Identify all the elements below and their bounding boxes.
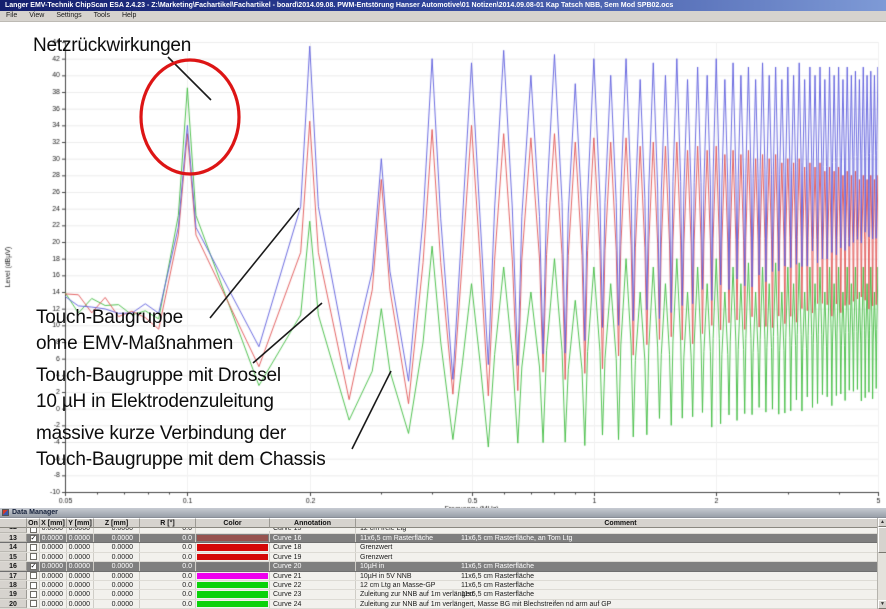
scroll-down-icon[interactable]: ▼: [878, 600, 886, 609]
curve-visible-checkbox[interactable]: [30, 528, 37, 533]
column-header[interactable]: Comment: [356, 518, 886, 528]
table-row[interactable]: 180.00000.00000.00000.0Curve 2212 cm Ltg…: [0, 581, 877, 590]
scroll-thumb[interactable]: [878, 527, 886, 553]
column-header[interactable]: Color: [196, 518, 270, 528]
menu-item-settings[interactable]: Settings: [50, 11, 87, 21]
column-header[interactable]: X [mm]: [40, 518, 67, 528]
curve-color-swatch[interactable]: [197, 563, 268, 569]
row-number: 18: [0, 581, 27, 589]
curve-annotation: Curve 19: [270, 553, 356, 561]
table-row[interactable]: 140.00000.00000.00000.0Curve 18Grenzwert: [0, 543, 877, 552]
curve-annotation: Curve 16: [270, 534, 356, 542]
table-row[interactable]: 170.00000.00000.00000.0Curve 2110µH in 5…: [0, 572, 877, 581]
chart-area: Netzrückwirkungen Touch-Baugruppe ohne E…: [0, 22, 886, 508]
curve-color-swatch[interactable]: [197, 601, 268, 607]
data-manager-titlebar[interactable]: Data Manager: [0, 508, 886, 518]
curve-color-swatch[interactable]: [197, 544, 268, 550]
curve-annotation: Curve 20: [270, 562, 356, 570]
table-row[interactable]: 150.00000.00000.00000.0Curve 19Grenzwert: [0, 553, 877, 562]
curve-visible-checkbox[interactable]: [30, 582, 37, 589]
table-scrollbar[interactable]: ▲ ▼: [877, 518, 886, 609]
row-number: 12: [0, 528, 27, 533]
row-number: 20: [0, 600, 27, 608]
row-number: 14: [0, 543, 27, 551]
header-rownum: [0, 518, 27, 528]
data-manager-table: OnX [mm]Y [mm]Z [mm]R [°]ColorAnnotation…: [0, 518, 886, 609]
dm-rows: 120.00000.00000.00000.0Curve 1512 cm fre…: [0, 528, 877, 609]
curve-color-swatch[interactable]: [197, 554, 268, 560]
data-manager-title: Data Manager: [12, 509, 58, 516]
curve-comment: 10µH in11x6,5 cm Rasterfläche: [356, 562, 877, 570]
scroll-up-icon[interactable]: ▲: [878, 518, 886, 527]
data-manager-icon: [2, 509, 9, 516]
curve-annotation: Curve 21: [270, 572, 356, 580]
table-row[interactable]: 16✓0.00000.00000.00000.0Curve 2010µH in1…: [0, 562, 877, 571]
window-titlebar[interactable]: Langer EMV-Technik ChipScan ESA 2.4.23 -…: [0, 0, 886, 11]
menu-item-file[interactable]: File: [0, 11, 23, 21]
curve-comment: Grenzwert: [356, 553, 877, 561]
menubar: FileViewSettingsToolsHelp: [0, 11, 886, 22]
menu-item-tools[interactable]: Tools: [88, 11, 116, 21]
curve-visible-checkbox[interactable]: [30, 572, 37, 579]
row-number: 17: [0, 572, 27, 580]
curve-visible-checkbox[interactable]: ✓: [30, 535, 37, 542]
curve-comment: 11x6,5 cm Rasterfläche11x6,5 cm Rasterfl…: [356, 534, 877, 542]
curve-visible-checkbox[interactable]: ✓: [30, 563, 37, 570]
curve-annotation: Curve 15: [270, 528, 356, 533]
annotation-netzrueckwirkungen: Netzrückwirkungen: [33, 33, 191, 59]
column-header[interactable]: Annotation: [270, 518, 356, 528]
row-number: 16: [0, 562, 27, 570]
table-row[interactable]: 200.00000.00000.00000.0Curve 24Zuleitung…: [0, 600, 877, 609]
curve-visible-checkbox[interactable]: [30, 553, 37, 560]
curve-color-swatch[interactable]: [197, 591, 268, 597]
curve-comment: Zuleitung zur NNB auf 1m verlängert, Mas…: [356, 600, 877, 608]
curve-annotation: Curve 23: [270, 590, 356, 598]
curve-color-swatch[interactable]: [197, 573, 268, 579]
curve-comment: 12 cm freie Ltg: [356, 528, 877, 533]
column-header[interactable]: Z [mm]: [94, 518, 140, 528]
annotation-chassis: massive kurze Verbindung der Touch-Baugr…: [36, 421, 326, 473]
row-number: 13: [0, 534, 27, 542]
table-row[interactable]: 13✓0.00000.00000.00000.0Curve 1611x6,5 c…: [0, 534, 877, 543]
column-header[interactable]: On: [27, 518, 40, 528]
column-header[interactable]: R [°]: [140, 518, 196, 528]
curve-visible-checkbox[interactable]: [30, 544, 37, 551]
row-number: 15: [0, 553, 27, 561]
column-header[interactable]: Y [mm]: [67, 518, 94, 528]
row-number: 19: [0, 590, 27, 598]
curve-comment: 12 cm Ltg an Masse-GP11x6,5 cm Rasterflä…: [356, 581, 877, 589]
table-header: OnX [mm]Y [mm]Z [mm]R [°]ColorAnnotation…: [0, 518, 886, 528]
curve-visible-checkbox[interactable]: [30, 591, 37, 598]
curve-color-swatch[interactable]: [197, 582, 268, 588]
data-manager-panel: Data Manager OnX [mm]Y [mm]Z [mm]R [°]Co…: [0, 508, 886, 609]
curve-annotation: Curve 18: [270, 543, 356, 551]
curve-annotation: Curve 22: [270, 581, 356, 589]
curve-visible-checkbox[interactable]: [30, 600, 37, 607]
window-title: Langer EMV-Technik ChipScan ESA 2.4.23 -…: [5, 2, 673, 9]
annotation-drossel: Touch-Baugruppe mit Drossel 10 µH in Ele…: [36, 363, 281, 415]
curve-comment: Zuleitung zur NNB auf 1m verlängert11x6,…: [356, 590, 877, 598]
menu-item-help[interactable]: Help: [116, 11, 142, 21]
curve-comment: Grenzwert: [356, 543, 877, 551]
annotation-ohne-emv: Touch-Baugruppe ohne EMV-Maßnahmen: [36, 305, 233, 357]
table-row[interactable]: 190.00000.00000.00000.0Curve 23Zuleitung…: [0, 590, 877, 599]
curve-comment: 10µH in 5V NNB11x6,5 cm Rasterfläche: [356, 572, 877, 580]
curve-color-swatch[interactable]: [197, 535, 268, 541]
menu-item-view[interactable]: View: [23, 11, 50, 21]
curve-annotation: Curve 24: [270, 600, 356, 608]
